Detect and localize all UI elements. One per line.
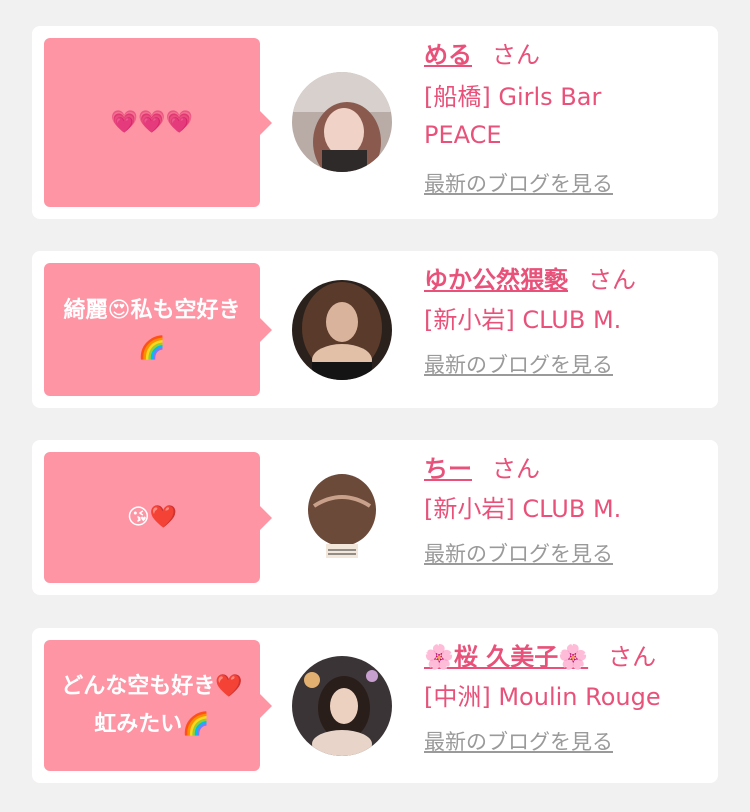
avatar[interactable] — [292, 468, 392, 568]
user-name-link[interactable]: 🌸桜 久美子🌸 — [424, 643, 588, 671]
honorific-suffix: さん — [492, 41, 540, 69]
comment-card: 綺麗😍私も空好き🌈 ゆか公然猥褻 さん [新小岩] CLUB M. 最新のブログを… — [32, 251, 718, 408]
honorific-suffix: さん — [588, 266, 636, 294]
honorific-suffix: さん — [608, 643, 657, 671]
user-name-link[interactable]: める — [424, 41, 472, 69]
avatar[interactable] — [292, 280, 392, 380]
message-bubble: 😘❤️ — [44, 452, 272, 583]
comment-card: 💗💗💗 める さん [船橋] Girls Bar PEACE 最新のブログを見る — [32, 26, 718, 219]
message-text: 綺麗😍私も空好き🌈 — [63, 297, 241, 361]
latest-blog-link[interactable]: 最新のブログを見る — [424, 726, 613, 756]
message-text: 😘❤️ — [126, 504, 178, 530]
shop-label: [新小岩] CLUB M. — [424, 306, 622, 334]
message-text: 💗💗💗 — [110, 109, 194, 135]
latest-blog-link[interactable]: 最新のブログを見る — [424, 349, 613, 379]
message-text: どんな空も好き❤️虹みたい🌈 — [61, 673, 243, 737]
latest-blog-link[interactable]: 最新のブログを見る — [424, 538, 613, 568]
message-bubble: 綺麗😍私も空好き🌈 — [44, 263, 272, 396]
blog-comment-list: 💗💗💗 める さん [船橋] Girls Bar PEACE 最新のブログを見る … — [0, 0, 750, 812]
avatar-photo-icon — [292, 280, 392, 380]
avatar-illustration-icon — [292, 468, 392, 568]
message-bubble: どんな空も好き❤️虹みたい🌈 — [44, 640, 272, 771]
honorific-suffix: さん — [492, 455, 540, 483]
user-name-link[interactable]: ゆか公然猥褻 — [424, 266, 568, 294]
avatar[interactable] — [292, 72, 392, 172]
comment-card: どんな空も好き❤️虹みたい🌈 🌸桜 久美子🌸 さん [中洲] Moulin Rou… — [32, 628, 718, 783]
shop-label: [船橋] Girls Bar PEACE — [424, 83, 602, 149]
avatar-photo-icon — [292, 656, 392, 756]
latest-blog-link[interactable]: 最新のブログを見る — [424, 168, 613, 198]
shop-label: [中洲] Moulin Rouge — [424, 683, 661, 711]
avatar[interactable] — [292, 656, 392, 756]
avatar-photo-icon — [292, 72, 392, 172]
message-bubble: 💗💗💗 — [44, 38, 272, 207]
user-name-link[interactable]: ちー — [424, 455, 472, 483]
comment-card: 😘❤️ ちー さん [新小岩] CLUB M. 最新のブログを見る — [32, 440, 718, 595]
shop-label: [新小岩] CLUB M. — [424, 495, 622, 523]
